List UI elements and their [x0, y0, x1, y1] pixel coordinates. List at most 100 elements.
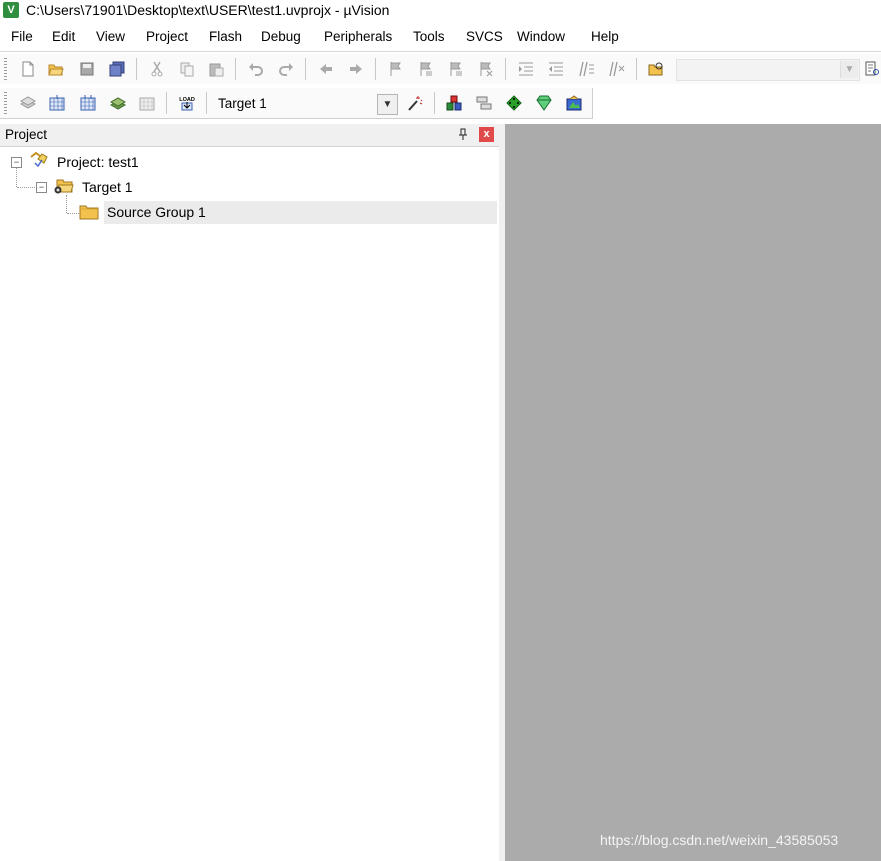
- navigate-back-button[interactable]: [316, 59, 336, 79]
- toolbar-separator: [166, 92, 167, 114]
- unindent-button[interactable]: [546, 59, 566, 79]
- redo-button[interactable]: [276, 59, 296, 79]
- save-button[interactable]: [77, 59, 97, 79]
- project-tree-panel: − Project: test1 − Target 1 Source Group…: [0, 147, 500, 861]
- project-icon: [30, 151, 48, 168]
- collapse-target-toggle[interactable]: −: [36, 182, 47, 193]
- stop-build-grid-icon: [139, 97, 155, 111]
- download-button[interactable]: LOAD: [177, 93, 197, 113]
- gem-pack-icon: [536, 95, 552, 111]
- menu-help[interactable]: Help: [591, 29, 619, 44]
- open-file-button[interactable]: [46, 59, 66, 79]
- target-dropdown-chevron-down-icon[interactable]: ▼: [377, 94, 398, 115]
- menu-svcs[interactable]: SVCS: [466, 29, 503, 44]
- multi-project-icon: [476, 96, 492, 110]
- toolbar-separator: [136, 58, 137, 80]
- tree-connector: [17, 187, 35, 188]
- menu-peripherals[interactable]: Peripherals: [324, 29, 392, 44]
- menu-edit[interactable]: Edit: [52, 29, 75, 44]
- tree-connector: [67, 213, 79, 214]
- pin-glyph-icon: [459, 128, 467, 140]
- menu-window[interactable]: Window: [517, 29, 565, 44]
- tree-connector: [16, 168, 17, 187]
- save-all-button[interactable]: [107, 59, 127, 79]
- find-button[interactable]: [862, 59, 881, 79]
- target-select-value[interactable]: Target 1: [218, 96, 267, 111]
- tree-target[interactable]: Target 1: [82, 179, 133, 195]
- group-folder-icon: [79, 205, 99, 220]
- menu-file[interactable]: File: [11, 29, 33, 44]
- toolbar-separator: [434, 92, 435, 114]
- manage-run-time-environment-button[interactable]: [504, 93, 524, 113]
- toolbar-separator: [206, 92, 207, 114]
- load-download-icon: LOAD: [179, 97, 195, 111]
- menu-flash[interactable]: Flash: [209, 29, 242, 44]
- bookmark-clear-icon: [480, 62, 493, 77]
- chevron-down-icon[interactable]: ▼: [840, 61, 858, 78]
- build-button[interactable]: [47, 93, 67, 113]
- toolbar-separator: [636, 58, 637, 80]
- watermark-text: https://blog.csdn.net/weixin_43585053: [600, 832, 839, 848]
- project-panel-title: Project: [5, 127, 48, 142]
- cut-button[interactable]: [147, 59, 167, 79]
- menu-view[interactable]: View: [96, 29, 125, 44]
- toolbar-separator: [235, 58, 236, 80]
- menu-project[interactable]: Project: [146, 29, 188, 44]
- save-all-icon: [109, 61, 125, 77]
- options-for-target-button[interactable]: [405, 93, 425, 113]
- copy-icon: [180, 62, 194, 77]
- find-in-files-button[interactable]: [646, 59, 666, 79]
- manage-multi-project-button[interactable]: [474, 93, 494, 113]
- pin-icon[interactable]: [458, 128, 468, 143]
- indent-icon: [519, 62, 533, 76]
- paste-clipboard-icon: [209, 63, 224, 77]
- uncomment-button[interactable]: [607, 59, 627, 79]
- paste-button[interactable]: [206, 59, 226, 79]
- arrow-right-icon: [350, 64, 362, 74]
- window-title: C:\Users\71901\Desktop\text\USER\test1.u…: [26, 2, 390, 18]
- find-combo[interactable]: ▼: [676, 59, 860, 81]
- uvision-app-icon: V: [3, 2, 19, 18]
- new-file-button[interactable]: [18, 59, 38, 79]
- undo-button[interactable]: [246, 59, 266, 79]
- scissors-icon: [151, 61, 163, 77]
- pack-installer-button[interactable]: [564, 93, 584, 113]
- uncomment-icon: [609, 61, 625, 77]
- build-grid-icon: [49, 95, 65, 111]
- toolbar-grip[interactable]: [4, 58, 7, 80]
- translate-button[interactable]: [18, 93, 38, 113]
- project-panel-header: Project x: [0, 124, 500, 147]
- toolbar-separator: [505, 58, 506, 80]
- arrow-left-icon: [320, 64, 332, 74]
- comment-button[interactable]: [577, 59, 597, 79]
- navigate-forward-button[interactable]: [346, 59, 366, 79]
- collapse-root-toggle[interactable]: −: [11, 157, 22, 168]
- undo-icon: [249, 63, 263, 76]
- tree-project-root[interactable]: Project: test1: [57, 154, 139, 170]
- toolbar-separator: [305, 58, 306, 80]
- file-toolbar: ▼: [0, 54, 881, 84]
- menu-tools[interactable]: Tools: [413, 29, 445, 44]
- select-software-packs-button[interactable]: [534, 93, 554, 113]
- tree-source-group[interactable]: Source Group 1: [107, 204, 206, 220]
- menu-bar: File Edit View Project Flash Debug Perip…: [0, 27, 881, 49]
- title-bar: V C:\Users\71901\Desktop\text\USER\test1…: [0, 0, 881, 22]
- previous-bookmark-button[interactable]: [416, 59, 436, 79]
- menu-debug[interactable]: Debug: [261, 29, 301, 44]
- file-extensions-button[interactable]: [444, 93, 464, 113]
- open-folder-icon: [48, 64, 64, 76]
- bookmark-flag-icon: [390, 62, 401, 76]
- stop-build-button[interactable]: [137, 93, 157, 113]
- next-bookmark-button[interactable]: [446, 59, 466, 79]
- rebuild-button[interactable]: [78, 93, 98, 113]
- translate-layers-icon: [20, 96, 36, 109]
- redo-icon: [279, 63, 293, 76]
- close-panel-button[interactable]: x: [479, 127, 494, 142]
- batch-build-button[interactable]: [108, 93, 128, 113]
- clear-bookmarks-button[interactable]: [476, 59, 496, 79]
- bookmark-prev-icon: [420, 62, 432, 76]
- indent-button[interactable]: [516, 59, 536, 79]
- toolbar-grip[interactable]: [4, 92, 7, 114]
- copy-button[interactable]: [177, 59, 197, 79]
- insert-bookmark-button[interactable]: [386, 59, 406, 79]
